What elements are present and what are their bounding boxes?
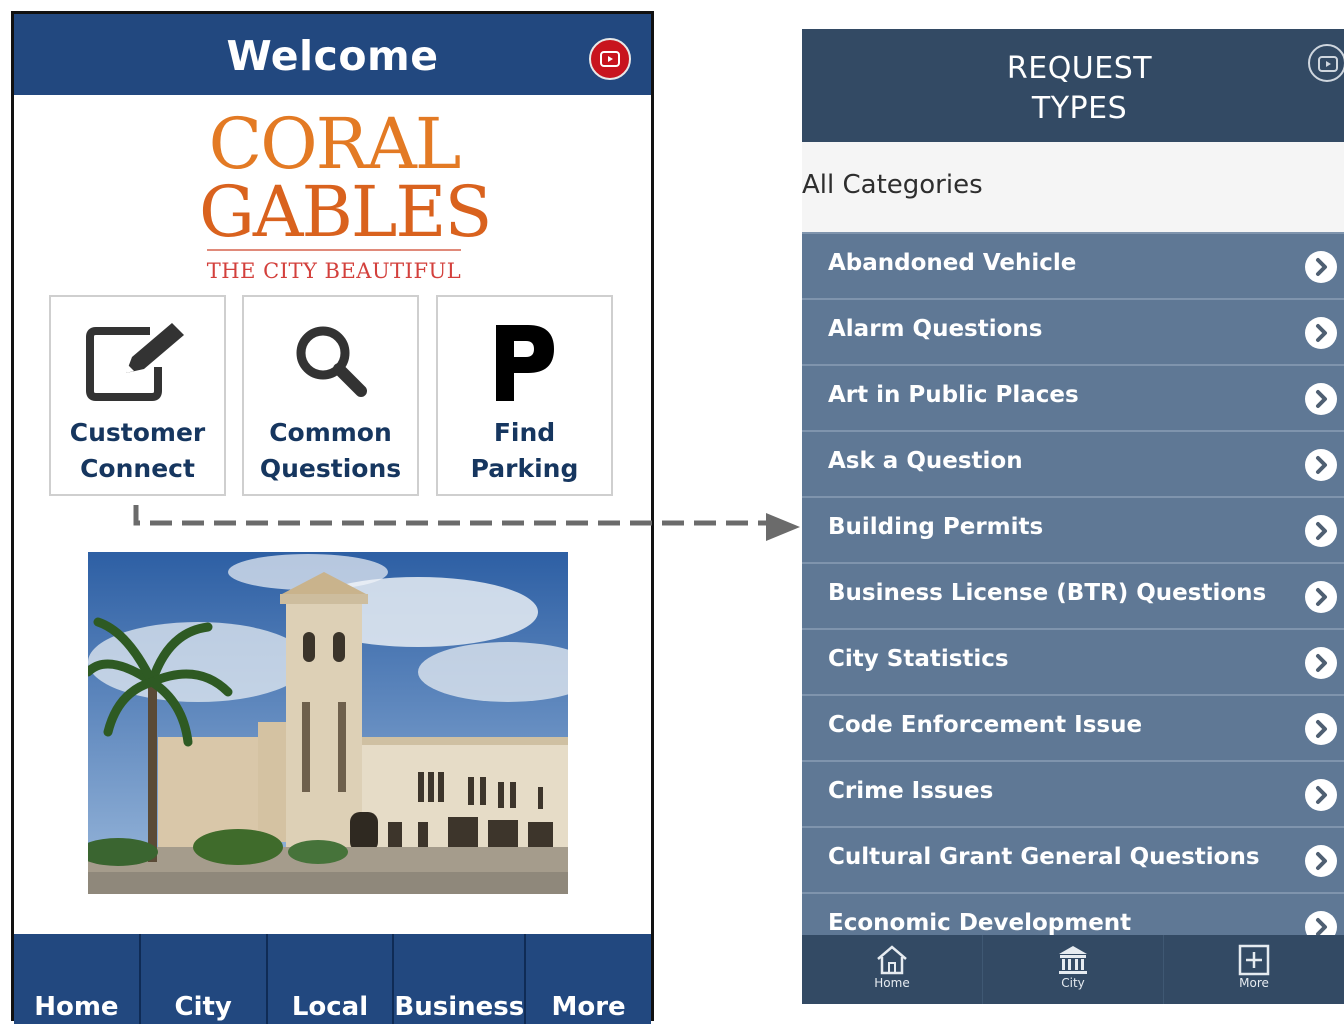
list-item[interactable]: Ask a Question — [802, 430, 1344, 496]
list-item[interactable]: Alarm Questions — [802, 298, 1344, 364]
parking-icon — [438, 321, 611, 409]
tile-label-line2: Connect — [80, 454, 195, 483]
plus-icon — [1238, 944, 1270, 976]
tile-find-parking[interactable]: Find Parking — [436, 295, 613, 496]
welcome-title: Welcome — [226, 32, 439, 80]
chevron-right-icon — [1305, 845, 1337, 877]
video-play-icon[interactable] — [1308, 44, 1344, 82]
list-item[interactable]: Economic Development — [802, 892, 1344, 935]
welcome-header: Welcome — [14, 14, 651, 95]
list-item-label: Economic Development — [828, 910, 1132, 935]
list-item-label: Abandoned Vehicle — [828, 250, 1077, 276]
city-hall-photo — [88, 552, 568, 894]
tile-label: Find Parking — [438, 415, 611, 487]
list-item-label: Crime Issues — [828, 778, 994, 804]
tab-more[interactable]: More — [1164, 935, 1344, 1004]
chevron-right-icon — [1305, 251, 1337, 283]
welcome-screen: Welcome CORAL GABLES THE CITY BEAUTIFUL … — [11, 11, 654, 1024]
chevron-right-icon — [1305, 911, 1337, 935]
tile-label: Customer Connect — [51, 415, 224, 487]
tab-city[interactable]: City — [983, 935, 1164, 1004]
category-filter[interactable]: All Categories — [802, 142, 1344, 232]
list-item[interactable]: City Statistics — [802, 628, 1344, 694]
tile-label-line1: Find — [493, 418, 556, 447]
tab-label: Home — [874, 976, 910, 990]
chevron-right-icon — [1305, 779, 1337, 811]
request-type-list: Abandoned Vehicle Alarm Questions Art in… — [802, 232, 1344, 935]
logo-divider — [207, 249, 461, 251]
video-play-icon[interactable] — [589, 38, 631, 80]
list-item-label: Business License (BTR) Questions — [828, 580, 1267, 606]
tile-label: Common Questions — [244, 415, 417, 487]
list-item[interactable]: Cultural Grant General Questions — [802, 826, 1344, 892]
chevron-right-icon — [1305, 383, 1337, 415]
logo-tagline: THE CITY BEAUTIFUL — [206, 259, 462, 283]
tab-home[interactable]: Home — [802, 935, 983, 1004]
tile-label-line1: Customer — [69, 418, 206, 447]
list-item[interactable]: Art in Public Places — [802, 364, 1344, 430]
list-item-label: City Statistics — [828, 646, 1009, 672]
list-item-label: Ask a Question — [828, 448, 1023, 474]
tile-customer-connect[interactable]: Customer Connect — [49, 295, 226, 496]
list-item-label: Code Enforcement Issue — [828, 712, 1143, 738]
chevron-right-icon — [1305, 515, 1337, 547]
tab-label: More — [1239, 976, 1269, 990]
logo-line-2: GABLES — [199, 171, 492, 253]
chevron-right-icon — [1305, 713, 1337, 745]
list-item[interactable]: Building Permits — [802, 496, 1344, 562]
list-item-label: Cultural Grant General Questions — [828, 844, 1260, 870]
edit-icon — [51, 321, 224, 405]
list-item-label: Alarm Questions — [828, 316, 1043, 342]
category-label: All Categories — [802, 170, 983, 200]
request-types-screen: REQUEST TYPES All Categories Abandoned V… — [802, 29, 1344, 1004]
home-icon — [877, 945, 907, 975]
coral-gables-logo: CORAL GABLES THE CITY BEAUTIFUL — [199, 103, 492, 289]
title-line-1: REQUEST — [1006, 51, 1153, 86]
request-types-title: REQUEST TYPES — [802, 49, 1344, 129]
list-item[interactable]: Code Enforcement Issue — [802, 694, 1344, 760]
tile-common-questions[interactable]: Common Questions — [242, 295, 419, 496]
logo-line-1: CORAL — [208, 103, 462, 185]
search-icon — [244, 321, 417, 405]
tile-label-line1: Common — [269, 418, 392, 447]
tile-label-line2: Parking — [470, 454, 579, 483]
tab-label: City — [1061, 976, 1085, 990]
city-icon — [1059, 946, 1087, 974]
chevron-right-icon — [1305, 581, 1337, 613]
title-line-2: TYPES — [1031, 91, 1128, 126]
list-item[interactable]: Abandoned Vehicle — [802, 232, 1344, 298]
chevron-right-icon — [1305, 449, 1337, 481]
tile-label-line2: Questions — [259, 454, 402, 483]
list-item[interactable]: Crime Issues — [802, 760, 1344, 826]
request-types-header: REQUEST TYPES — [802, 29, 1344, 142]
chevron-right-icon — [1305, 317, 1337, 349]
list-item[interactable]: Business License (BTR) Questions — [802, 562, 1344, 628]
list-item-label: Building Permits — [828, 514, 1044, 540]
chevron-right-icon — [1305, 647, 1337, 679]
bottom-tab-bar: Home City More — [802, 935, 1344, 1004]
list-item-label: Art in Public Places — [828, 382, 1079, 408]
